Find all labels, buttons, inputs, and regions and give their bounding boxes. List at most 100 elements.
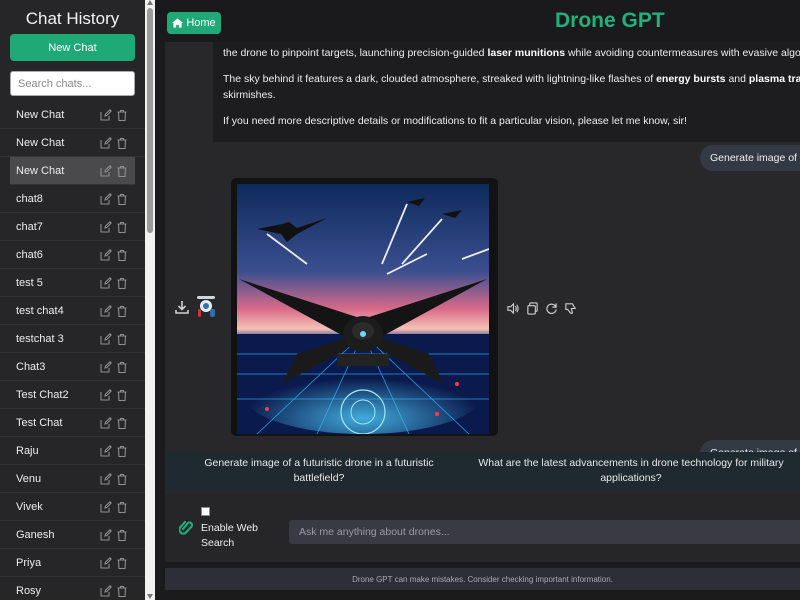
- trash-icon[interactable]: [116, 305, 128, 317]
- chat-item-label: Venu: [16, 472, 42, 485]
- web-search-checkbox[interactable]: [201, 507, 210, 516]
- chat-item[interactable]: Test Chat: [0, 409, 145, 437]
- chat-item-actions: [100, 473, 128, 485]
- chat-item[interactable]: Test Chat2: [0, 381, 145, 409]
- trash-icon[interactable]: [116, 165, 128, 177]
- refresh-icon[interactable]: [545, 302, 558, 315]
- scroll-up-arrow[interactable]: [147, 0, 153, 5]
- chat-item-label: test chat4: [16, 304, 64, 317]
- edit-icon[interactable]: [100, 305, 112, 317]
- thumbs-down-icon[interactable]: [564, 302, 577, 315]
- trash-icon[interactable]: [116, 333, 128, 345]
- trash-icon[interactable]: [116, 585, 128, 597]
- paperclip-icon[interactable]: [179, 519, 193, 535]
- trash-icon[interactable]: [116, 249, 128, 261]
- sidebar-title: Chat History: [25, 9, 120, 28]
- chat-item[interactable]: Raju: [0, 437, 145, 465]
- generated-image-card[interactable]: [231, 178, 498, 436]
- chat-item-actions: [100, 557, 128, 569]
- edit-icon[interactable]: [100, 165, 112, 177]
- home-button-label: Home: [186, 17, 216, 29]
- home-button[interactable]: Home: [167, 12, 221, 34]
- edit-icon[interactable]: [100, 585, 112, 597]
- edit-icon[interactable]: [100, 361, 112, 373]
- edit-icon[interactable]: [100, 277, 112, 289]
- chat-item-label: Rosy: [16, 584, 42, 597]
- sidebar-scrollbar[interactable]: [145, 0, 155, 600]
- text-run: skirmishes.: [223, 89, 276, 101]
- chat-input[interactable]: [289, 520, 800, 544]
- edit-icon[interactable]: [100, 249, 112, 261]
- trash-icon[interactable]: [116, 137, 128, 149]
- trash-icon[interactable]: [116, 361, 128, 373]
- chat-item-actions: [100, 221, 128, 233]
- home-icon: [172, 18, 184, 28]
- edit-icon[interactable]: [100, 221, 112, 233]
- chat-item[interactable]: Rosy: [0, 577, 145, 600]
- search-chats-input[interactable]: [10, 71, 135, 96]
- trash-icon[interactable]: [116, 445, 128, 457]
- web-search-label: Enable Web Search: [201, 522, 259, 549]
- chat-item-label: New Chat: [16, 136, 65, 149]
- edit-icon[interactable]: [100, 473, 112, 485]
- chat-item[interactable]: chat6: [0, 241, 145, 269]
- chat-item[interactable]: test 5: [0, 269, 145, 297]
- new-chat-button[interactable]: New Chat: [10, 34, 135, 61]
- chat-item[interactable]: Priya: [0, 549, 145, 577]
- chat-item[interactable]: testchat 3: [0, 325, 145, 353]
- chat-item-actions: [100, 501, 128, 513]
- text-run: the drone to pinpoint targets, launching…: [223, 47, 488, 59]
- edit-icon[interactable]: [100, 137, 112, 149]
- chat-item-label: testchat 3: [16, 332, 64, 345]
- chat-item-actions: [100, 305, 128, 317]
- chat-item-actions: [100, 165, 128, 177]
- trash-icon[interactable]: [116, 473, 128, 485]
- edit-icon[interactable]: [100, 389, 112, 401]
- trash-icon[interactable]: [116, 221, 128, 233]
- chat-item-label: New Chat: [16, 164, 65, 177]
- edit-icon[interactable]: [100, 109, 112, 121]
- trash-icon[interactable]: [116, 529, 128, 541]
- bot-avatar-icon: [197, 296, 215, 317]
- edit-icon[interactable]: [100, 417, 112, 429]
- chat-item[interactable]: test chat4: [0, 297, 145, 325]
- suggestion-1[interactable]: Generate image of a futuristic drone in …: [179, 452, 459, 490]
- trash-icon[interactable]: [116, 109, 128, 121]
- trash-icon[interactable]: [116, 557, 128, 569]
- chat-item[interactable]: New Chat: [0, 129, 145, 157]
- trash-icon[interactable]: [116, 277, 128, 289]
- chat-item-label: Ganesh: [16, 528, 55, 541]
- sidebar: Chat History New Chat New Chat New Chat Ne…: [0, 0, 145, 600]
- edit-icon[interactable]: [100, 529, 112, 541]
- speaker-icon[interactable]: [507, 302, 520, 315]
- chat-item-actions: [100, 585, 128, 597]
- chat-item[interactable]: chat8: [0, 185, 145, 213]
- chat-item[interactable]: New Chat: [10, 157, 135, 185]
- edit-icon[interactable]: [100, 445, 112, 457]
- chat-item-label: Priya: [16, 556, 42, 569]
- trash-icon[interactable]: [116, 501, 128, 513]
- bold-text: energy bursts: [656, 73, 726, 85]
- chat-item[interactable]: Vivek: [0, 493, 145, 521]
- chat-item[interactable]: chat7: [0, 213, 145, 241]
- chat-item[interactable]: Venu: [0, 465, 145, 493]
- scrollbar-thumb[interactable]: [147, 8, 153, 233]
- text-run: while avoiding countermeasures with evas…: [567, 47, 800, 59]
- download-icon[interactable]: [175, 300, 189, 314]
- trash-icon[interactable]: [116, 193, 128, 205]
- copy-icon[interactable]: [526, 302, 539, 315]
- chat-item[interactable]: Chat3: [0, 353, 145, 381]
- chat-item[interactable]: New Chat: [0, 101, 145, 129]
- edit-icon[interactable]: [100, 193, 112, 205]
- edit-icon[interactable]: [100, 333, 112, 345]
- bot-message-paragraph: If you need more descriptive details or …: [223, 113, 800, 129]
- trash-icon[interactable]: [116, 417, 128, 429]
- scroll-down-arrow[interactable]: [147, 594, 153, 599]
- edit-icon[interactable]: [100, 557, 112, 569]
- chat-item[interactable]: Ganesh: [0, 521, 145, 549]
- message-actions: [507, 302, 577, 315]
- chat-item-label: chat6: [16, 248, 43, 261]
- trash-icon[interactable]: [116, 389, 128, 401]
- edit-icon[interactable]: [100, 501, 112, 513]
- suggestion-2[interactable]: What are the latest advancements in dron…: [471, 452, 791, 490]
